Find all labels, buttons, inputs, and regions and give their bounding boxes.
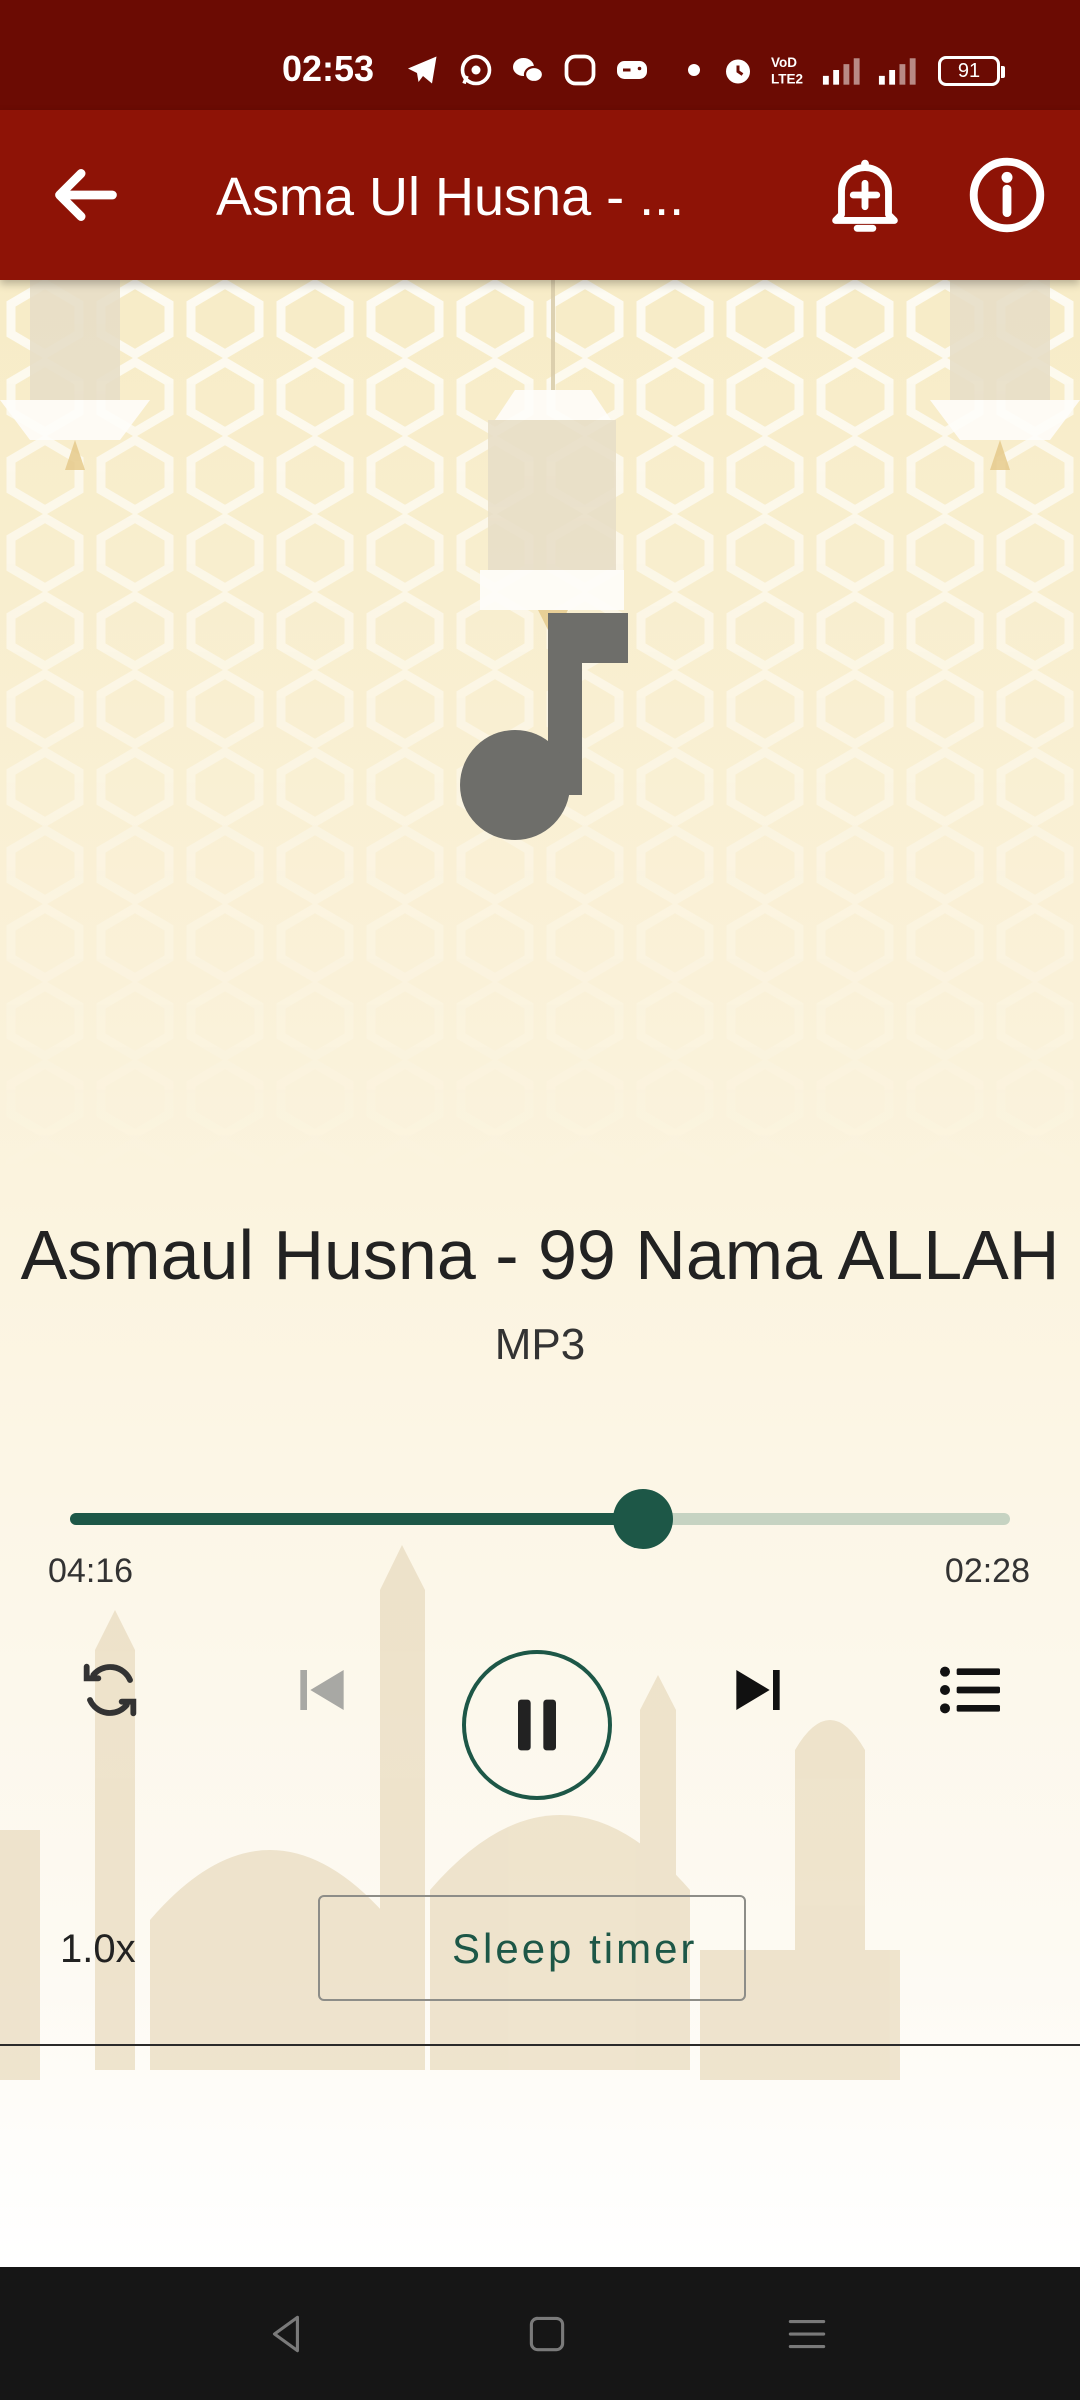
arrow-left-icon xyxy=(55,169,117,221)
battery-indicator: 91 xyxy=(938,56,1005,86)
info-icon xyxy=(969,157,1045,233)
skip-next-icon xyxy=(736,1670,780,1710)
playback-speed-button[interactable]: 1.0x xyxy=(60,1927,136,1972)
svg-text:VoD: VoD xyxy=(771,55,797,70)
page-title: Asma Ul Husna - ... xyxy=(216,167,685,227)
gamepad-icon xyxy=(617,61,647,79)
pause-icon xyxy=(518,1699,556,1751)
next-button[interactable] xyxy=(718,1650,798,1730)
whatsapp-icon xyxy=(460,54,492,86)
notification-icon xyxy=(564,54,596,86)
back-button[interactable] xyxy=(38,148,132,242)
app-bar: Asma Ul Husna - ... xyxy=(0,110,1080,280)
wechat-icon xyxy=(513,58,545,84)
repeat-icon xyxy=(83,1663,137,1717)
add-alarm-bell-icon xyxy=(832,159,898,232)
playlist-button[interactable] xyxy=(930,1650,1010,1730)
signal-icon xyxy=(878,58,916,85)
system-navigation-bar xyxy=(0,2267,1080,2400)
svg-text:LTE2: LTE2 xyxy=(771,72,803,87)
seek-bar-thumb[interactable] xyxy=(613,1489,674,1549)
previous-button[interactable] xyxy=(282,1650,362,1730)
moon-icon xyxy=(382,1927,405,1971)
signal-icon xyxy=(822,58,860,85)
triangle-back-icon xyxy=(272,2315,299,2353)
remaining-time: 02:28 xyxy=(944,1552,1030,1590)
info-button[interactable] xyxy=(960,148,1054,242)
list-icon xyxy=(940,1666,1000,1714)
battery-level: 91 xyxy=(957,60,981,82)
status-bar: 02:53 VoD LTE2 91 xyxy=(0,0,1080,110)
nav-back-button[interactable] xyxy=(262,2309,312,2359)
seek-bar[interactable] xyxy=(70,1489,1010,1549)
volte-icon: VoD LTE2 xyxy=(771,55,803,87)
pause-button[interactable] xyxy=(462,1650,612,1800)
telegram-icon xyxy=(408,56,437,84)
nav-home-button[interactable] xyxy=(522,2309,572,2359)
repeat-button[interactable] xyxy=(70,1650,150,1730)
skip-previous-icon xyxy=(300,1670,344,1710)
divider xyxy=(0,2044,1080,2046)
sleep-timer-button[interactable]: Sleep timer xyxy=(318,1895,746,2001)
music-note-icon xyxy=(460,613,628,840)
dot-icon xyxy=(688,64,700,76)
sleep-timer-label: Sleep timer xyxy=(452,1925,698,1972)
add-alarm-button[interactable] xyxy=(818,148,912,242)
seek-bar-progress xyxy=(70,1513,644,1525)
square-home-icon xyxy=(529,2316,565,2352)
alarm-icon xyxy=(726,59,750,84)
status-time: 02:53 xyxy=(282,48,375,89)
player-screen: Asmaul Husna - 99 Nama ALLAH MP3 04:16 0… xyxy=(0,280,1080,2267)
nav-recents-button[interactable] xyxy=(782,2309,832,2359)
track-title: Asmaul Husna - 99 Nama ALLAH xyxy=(20,1216,1060,1294)
elapsed-time: 04:16 xyxy=(48,1552,134,1590)
menu-lines-icon xyxy=(788,2319,826,2349)
track-format: MP3 xyxy=(494,1320,586,1369)
